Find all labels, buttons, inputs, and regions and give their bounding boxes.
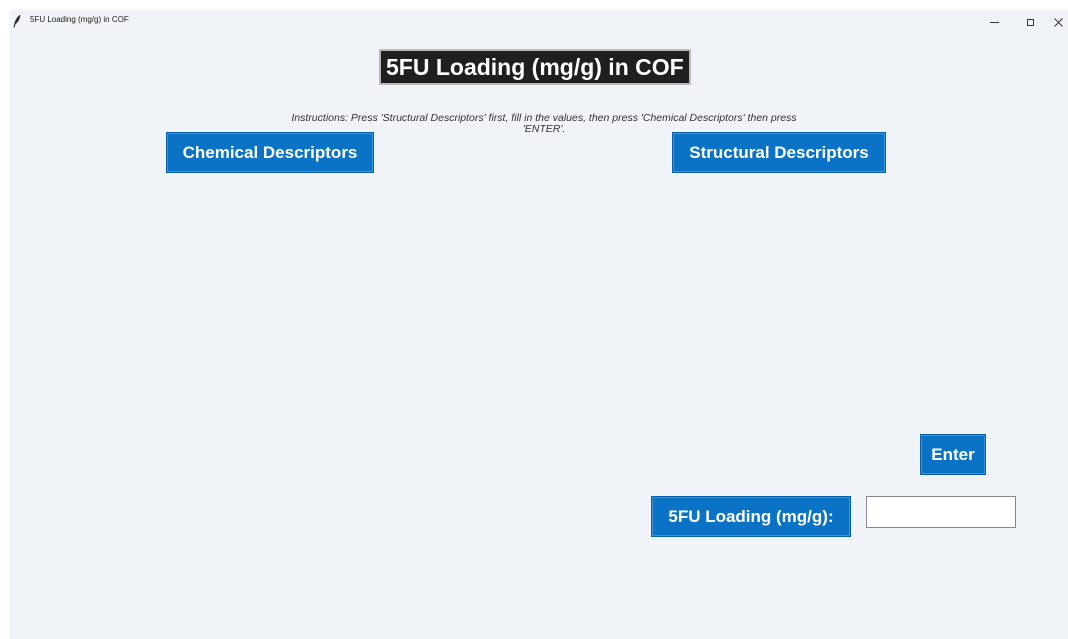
minimize-button[interactable] [976,10,1012,34]
page-title: 5FU Loading (mg/g) in COF [379,49,691,85]
close-button[interactable] [1048,10,1068,34]
loading-result-label: 5FU Loading (mg/g): [651,496,851,537]
chemical-descriptors-button[interactable]: Chemical Descriptors [166,132,374,173]
feather-icon [12,14,22,28]
window-title: 5FU Loading (mg/g) in COF [30,15,129,24]
app-window: 5FU Loading (mg/g) in COF 5FU Loading (m… [10,10,1068,639]
maximize-icon [1026,18,1034,26]
loading-result-field[interactable] [866,496,1016,528]
close-icon [1053,17,1063,27]
enter-button[interactable]: Enter [920,434,986,475]
structural-descriptors-button[interactable]: Structural Descriptors [672,132,886,173]
minimize-icon [989,21,999,23]
title-bar: 5FU Loading (mg/g) in COF [10,10,1068,34]
maximize-button[interactable] [1012,10,1048,34]
